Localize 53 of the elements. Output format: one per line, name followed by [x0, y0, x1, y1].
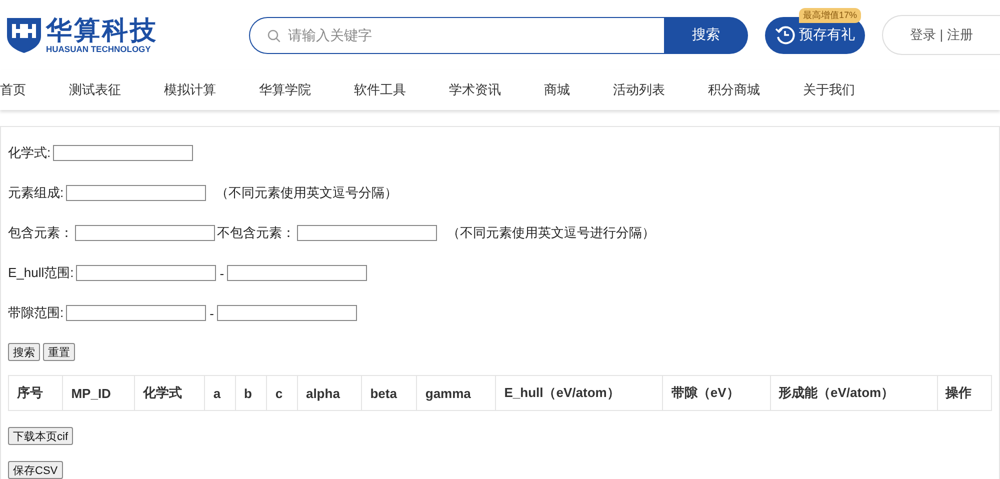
field-label: E_hull范围:: [8, 264, 74, 282]
column-header: b: [235, 376, 267, 410]
input-field[interactable]: [216, 305, 357, 321]
nav-link[interactable]: 积分商城: [708, 81, 760, 99]
input-field[interactable]: [227, 265, 368, 281]
nav-link[interactable]: 测试表征: [69, 81, 121, 99]
column-header: E_hull（eV/atom）: [496, 376, 663, 410]
nav-link[interactable]: 首页: [0, 81, 26, 99]
column-header: beta: [362, 376, 417, 410]
nav-link[interactable]: 学术资讯: [449, 81, 501, 99]
form-button[interactable]: 搜索: [8, 343, 40, 361]
search-button[interactable]: 搜索: [664, 16, 748, 54]
column-header: 带隙（eV）: [662, 376, 770, 410]
range-dash: -: [220, 266, 224, 280]
range-dash: -: [210, 306, 214, 320]
column-header: a: [204, 376, 236, 410]
nav-link[interactable]: 模拟计算: [164, 81, 216, 99]
action-button[interactable]: 下载本页cif: [8, 427, 73, 445]
promo-badge: 最高增值17%: [799, 8, 862, 22]
input-field[interactable]: [66, 185, 206, 201]
field-label: 化学式:: [8, 144, 51, 162]
nav-link[interactable]: 关于我们: [803, 81, 855, 99]
clock-arrow-icon: [775, 25, 795, 45]
column-header: 序号: [8, 376, 63, 410]
brand-name: 华算科技: [46, 16, 158, 44]
field-label: 带隙范围:: [8, 304, 64, 322]
input-field[interactable]: [52, 145, 193, 161]
login-register-button[interactable]: 登录 | 注册: [882, 15, 1000, 55]
hint-text: （不同元素使用英文逗号进行分隔）: [447, 224, 655, 242]
column-header: 形成能（eV/atom）: [770, 376, 938, 410]
field-label: 包含元素：: [8, 224, 73, 242]
nav-link[interactable]: 软件工具: [354, 81, 406, 99]
input-field[interactable]: [76, 265, 216, 281]
action-button[interactable]: 保存CSV: [8, 461, 63, 479]
field-label: 元素组成:: [8, 184, 64, 202]
nav-link[interactable]: 活动列表: [613, 81, 665, 99]
nav-link[interactable]: 华算学院: [259, 81, 311, 99]
input-field[interactable]: [297, 225, 437, 241]
column-header: 操作: [937, 376, 992, 410]
column-header: MP_ID: [62, 376, 134, 410]
column-header: alpha: [297, 376, 362, 410]
input-field[interactable]: [75, 225, 215, 241]
column-header: gamma: [416, 376, 496, 410]
column-header: 化学式: [134, 376, 205, 410]
brand-subtitle: HUASUAN TECHNOLOGY: [46, 44, 152, 54]
field-label: 不包含元素：: [217, 224, 295, 242]
column-header: c: [266, 376, 298, 410]
nav-link[interactable]: 商城: [544, 81, 570, 99]
input-field[interactable]: [66, 305, 206, 321]
search-field[interactable]: 请输入关键字: [249, 16, 664, 54]
form-button[interactable]: 重置: [43, 343, 75, 361]
hint-text: （不同元素使用英文逗号分隔）: [216, 184, 398, 202]
shield-logo-icon: [5, 16, 43, 54]
